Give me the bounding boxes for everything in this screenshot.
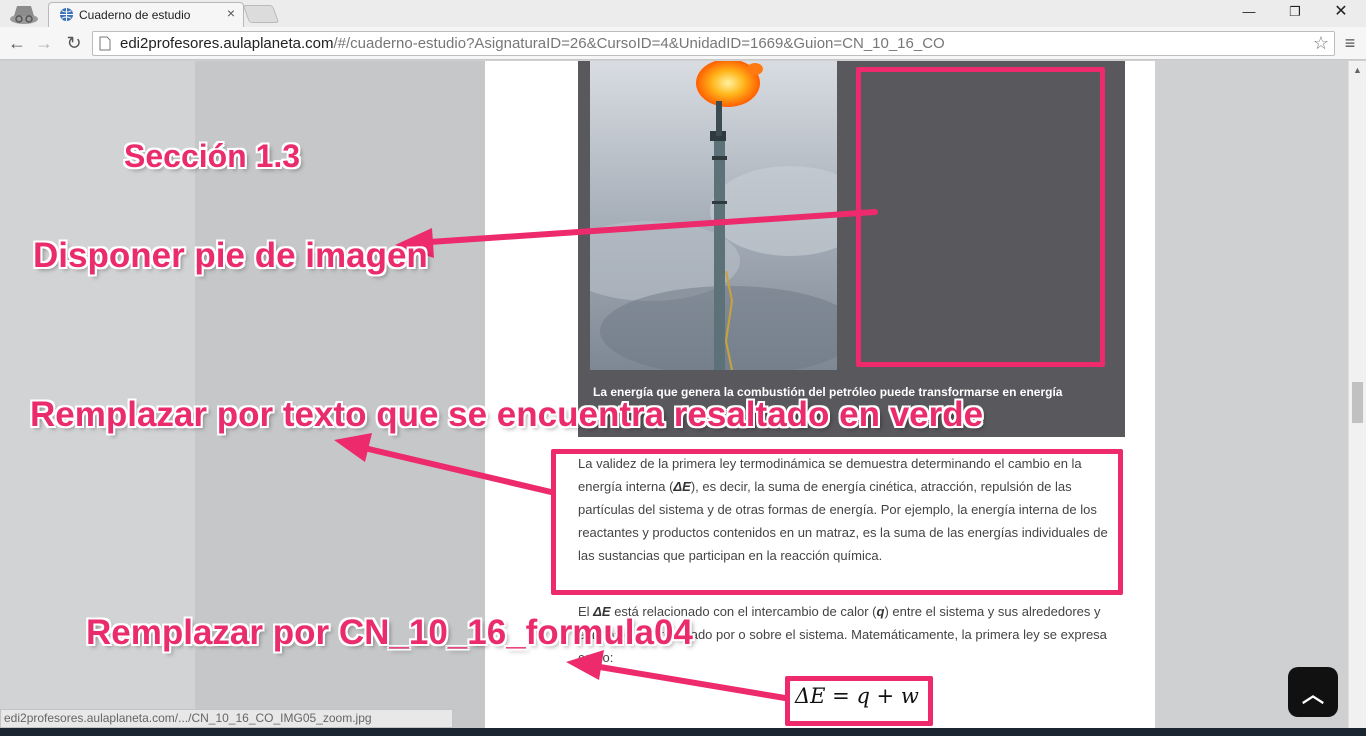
chevron-up-icon: ︿ bbox=[1301, 682, 1324, 707]
url-host: edi2profesores.aulaplaneta.com bbox=[120, 35, 334, 52]
back-button[interactable]: ← bbox=[6, 33, 28, 55]
formula-highlight bbox=[785, 676, 933, 726]
page-scrollbar[interactable]: ▲ bbox=[1348, 61, 1366, 728]
oil-flare-photo[interactable] bbox=[590, 61, 837, 370]
annotation-seccion: Sección 1.3 bbox=[124, 138, 301, 174]
close-window-button[interactable]: ✕ bbox=[1318, 0, 1364, 24]
title-bar: Cuaderno de estudio × — ❐ ✕ bbox=[0, 0, 1366, 27]
scroll-up-icon[interactable]: ▲ bbox=[1353, 65, 1362, 75]
link-status-bar: edi2profesores.aulaplaneta.com/.../CN_10… bbox=[0, 709, 453, 728]
reload-button[interactable]: ↻ bbox=[63, 33, 85, 55]
tab-cuaderno-estudio[interactable]: Cuaderno de estudio × bbox=[48, 2, 244, 27]
annotation-remplazar-texto: Remplazar por texto que se encuentra res… bbox=[30, 395, 984, 434]
address-bar[interactable]: edi2profesores.aulaplaneta.com/#/cuadern… bbox=[92, 31, 1335, 56]
annotation-pie-imagen: Disponer pie de imagen bbox=[33, 236, 428, 275]
page-icon bbox=[99, 36, 111, 51]
incognito-icon bbox=[10, 6, 38, 24]
tab-title: Cuaderno de estudio bbox=[79, 8, 191, 22]
menu-icon[interactable]: ≡ bbox=[1340, 34, 1360, 54]
star-icon[interactable]: ☆ bbox=[1313, 33, 1329, 54]
url-path: /#/cuaderno-estudio?AsignaturaID=26&Curs… bbox=[333, 35, 945, 52]
new-tab-button[interactable] bbox=[242, 5, 280, 23]
os-taskbar bbox=[0, 728, 1366, 736]
annotation-remplazar-formula: Remplazar por CN_10_16_formula04 bbox=[86, 613, 693, 652]
scrollbar-thumb[interactable] bbox=[1352, 382, 1363, 423]
paragraph-highlight bbox=[551, 449, 1123, 595]
url-text[interactable]: edi2profesores.aulaplaneta.com/#/cuadern… bbox=[120, 35, 945, 52]
scroll-to-top-button[interactable]: ︿ bbox=[1288, 667, 1338, 717]
browser-toolbar: ← → ↻ edi2profesores.aulaplaneta.com/#/c… bbox=[0, 27, 1366, 60]
minimize-button[interactable]: — bbox=[1226, 0, 1272, 24]
tab-close-icon[interactable]: × bbox=[227, 5, 235, 21]
maximize-button[interactable]: ❐ bbox=[1272, 0, 1318, 24]
caption-placeholder-highlight bbox=[856, 67, 1105, 367]
globe-icon bbox=[59, 7, 74, 22]
forward-button[interactable]: → bbox=[33, 33, 55, 55]
right-margin bbox=[1155, 61, 1348, 736]
